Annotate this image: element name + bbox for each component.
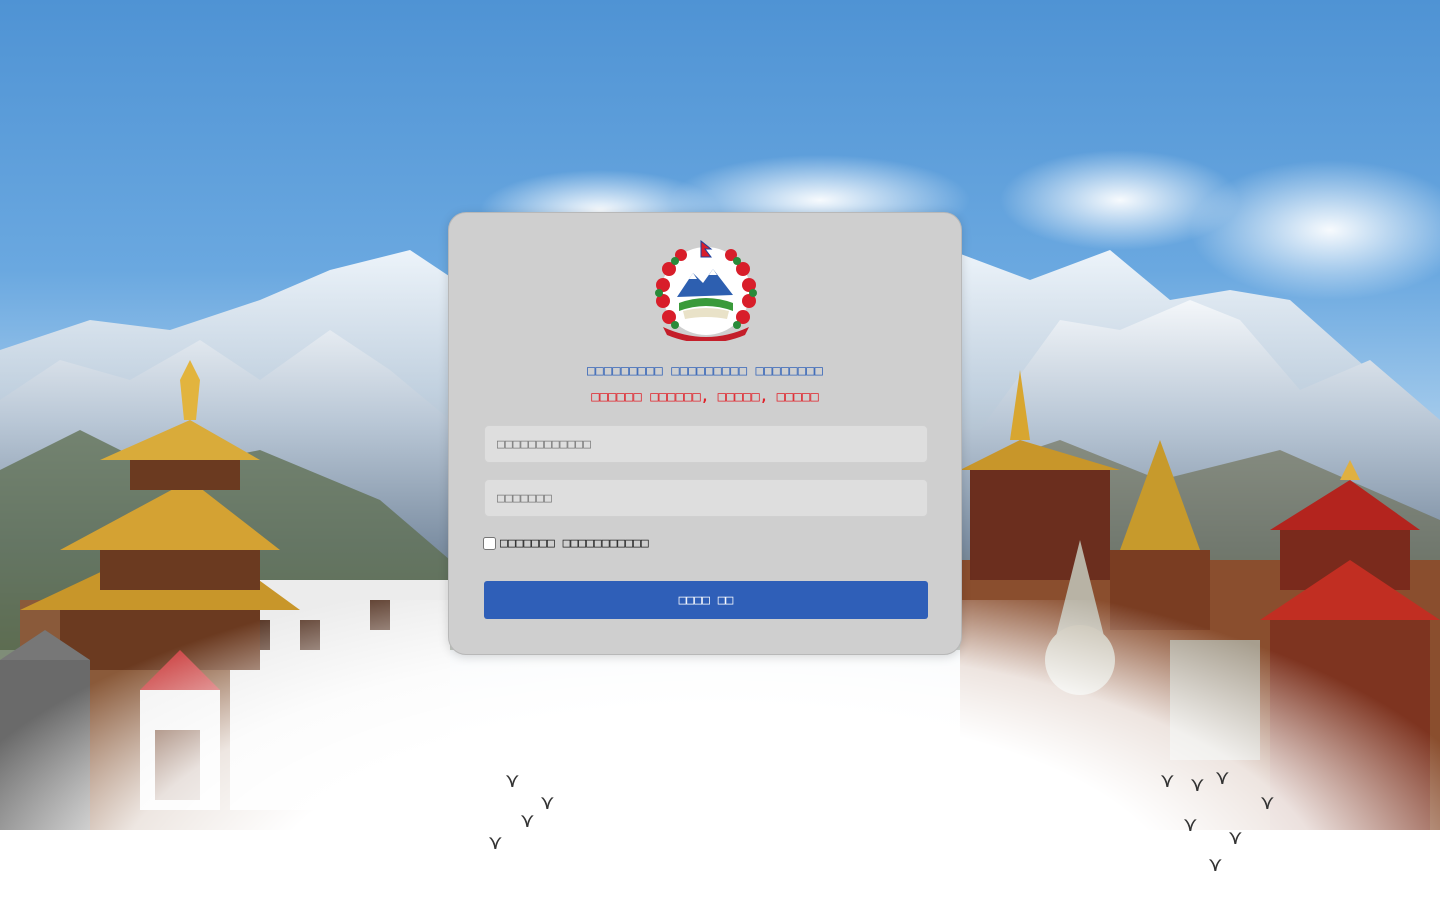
bird-icon: ⋎ [1260, 790, 1275, 814]
remember-me-label: □□□□□□□ □□□□□□□□□□□ [500, 536, 649, 551]
bird-icon: ⋎ [1215, 765, 1230, 789]
login-card: □□□□□□□□□ □□□□□□□□□ □□□□□□□□ □□□□□□ □□□□… [448, 212, 962, 655]
nepal-emblem-icon [655, 239, 757, 341]
remember-me[interactable]: □□□□□□□ □□□□□□□□□□□ [483, 536, 649, 551]
office-title: □□□□□□□□□ □□□□□□□□□ □□□□□□□□ [586, 363, 823, 379]
bird-icon: ⋎ [505, 768, 520, 792]
bird-icon: ⋎ [1190, 772, 1205, 796]
bird-icon: ⋎ [1160, 768, 1175, 792]
login-button[interactable]: □□□□ □□ [484, 581, 928, 619]
bird-icon: ⋎ [1183, 812, 1198, 836]
bird-icon: ⋎ [540, 790, 555, 814]
bird-icon: ⋎ [520, 808, 535, 832]
bird-icon: ⋎ [1228, 825, 1243, 849]
username-input[interactable] [484, 425, 928, 463]
password-input[interactable] [484, 479, 928, 517]
bird-icon: ⋎ [1208, 852, 1223, 876]
office-subtitle: □□□□□□ □□□□□□, □□□□□, □□□□□ [591, 389, 819, 405]
bird-icon: ⋎ [488, 830, 503, 854]
remember-me-checkbox[interactable] [483, 537, 496, 550]
